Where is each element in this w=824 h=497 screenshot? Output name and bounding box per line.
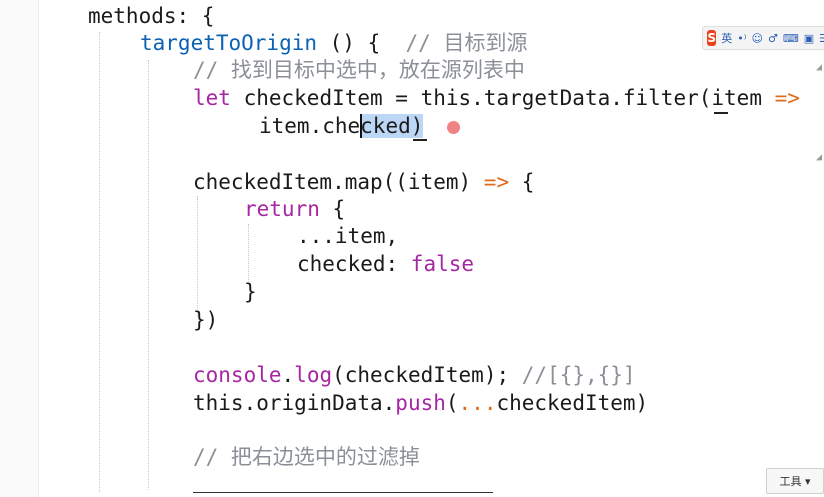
indent-guide <box>148 60 149 490</box>
function-signature: () { <box>317 31 406 55</box>
method-push: push <box>395 391 446 415</box>
skin-icon[interactable]: ▣ <box>804 32 814 45</box>
code-comment: //[{},{}] <box>521 363 636 387</box>
keyword-return: return <box>244 197 320 221</box>
code-line-checked-false[interactable]: checked: false <box>297 250 474 278</box>
paren-match-underline <box>413 139 427 141</box>
code-line-spread[interactable]: ...item, <box>297 222 398 250</box>
arrow-operator: => <box>483 170 510 194</box>
keyboard-icon[interactable]: ⌨ <box>783 32 799 45</box>
code-text: checkedItem = this.targetData.filter <box>230 86 699 110</box>
property-name: methods <box>88 4 177 28</box>
paren-match-underline <box>714 112 728 114</box>
keyword-let: let <box>193 86 231 110</box>
boolean-literal: false <box>410 252 475 276</box>
code-text: (checkedItem); <box>332 363 522 387</box>
divider-line <box>193 492 493 493</box>
code-line-map[interactable]: checkedItem.map((item) => { <box>193 168 534 196</box>
punctuation: ( <box>445 391 459 415</box>
scroll-arrow-icon[interactable]: ◢ <box>816 62 822 73</box>
code-line-target-to-origin[interactable]: targetToOrigin () { // 目标到源 <box>140 29 527 57</box>
code-editor[interactable]: methods: { targetToOrigin () { // 目标到源 /… <box>0 0 824 497</box>
indent-guide <box>197 196 198 316</box>
punctuation-icon[interactable]: •⁾ <box>737 32 746 45</box>
scroll-arrow-icon[interactable]: ◢ <box>816 152 822 163</box>
function-name: targetToOrigin <box>140 31 318 55</box>
code-line-comment-filter[interactable]: // 把右边选中的过滤掉 <box>193 443 420 471</box>
editor-gutter <box>0 0 39 497</box>
code-line-close-brace[interactable]: } <box>244 278 257 306</box>
code-line-return[interactable]: return { <box>244 195 345 223</box>
sogou-logo-icon[interactable]: S <box>707 30 717 46</box>
code-line-close-map[interactable]: }) <box>193 306 218 334</box>
arrow-operator: => <box>774 86 800 110</box>
code-comment: // 目标到源 <box>405 31 528 55</box>
code-line-push[interactable]: this.originData.push(...checkedItem) <box>193 389 648 417</box>
punctuation: : { <box>176 4 215 28</box>
ime-toolbar[interactable]: S 英 •⁾ ☺ ♂ ⌨ ▣ ☰ <box>702 26 824 50</box>
text-selection[interactable]: cked) <box>360 114 424 138</box>
menu-icon[interactable]: ☰ <box>819 32 824 45</box>
punctuation: . <box>281 363 295 387</box>
tools-dropdown-button[interactable]: 工具 ▾ <box>766 468 824 494</box>
code-line-let[interactable]: let checkedItem = this.targetData.filter… <box>193 84 800 112</box>
indent-guide <box>248 224 249 284</box>
object-key: checked: <box>297 252 411 276</box>
method-log: log <box>294 363 333 387</box>
punctuation: { <box>509 170 535 194</box>
breakpoint-marker[interactable] <box>447 121 460 134</box>
punctuation: { <box>319 197 346 221</box>
console-object: console <box>193 363 282 387</box>
code-text: this.originData. <box>193 391 396 415</box>
code-line-console[interactable]: console.log(checkedItem); //[{},{}] <box>193 361 636 389</box>
emoji-icon[interactable]: ☺ <box>751 32 762 45</box>
indent-guide <box>99 32 100 492</box>
code-text: item.che <box>259 114 361 138</box>
code-line-checked[interactable]: item.checked) <box>259 112 424 140</box>
matched-paren: ( <box>698 86 712 110</box>
tools-label: 工具 ▾ <box>779 475 811 488</box>
text-cursor <box>360 114 362 138</box>
code-text: checkedItem.map((item) <box>193 170 484 194</box>
voice-icon[interactable]: ♂ <box>768 32 778 45</box>
code-text: item <box>711 86 775 110</box>
code-line-comment-find[interactable]: // 找到目标中选中，放在源列表中 <box>193 56 525 84</box>
code-line-methods[interactable]: methods: { <box>88 2 214 30</box>
code-text: checkedItem) <box>496 391 649 415</box>
spread-operator: ... <box>458 391 497 415</box>
ime-lang-toggle[interactable]: 英 <box>721 30 732 46</box>
